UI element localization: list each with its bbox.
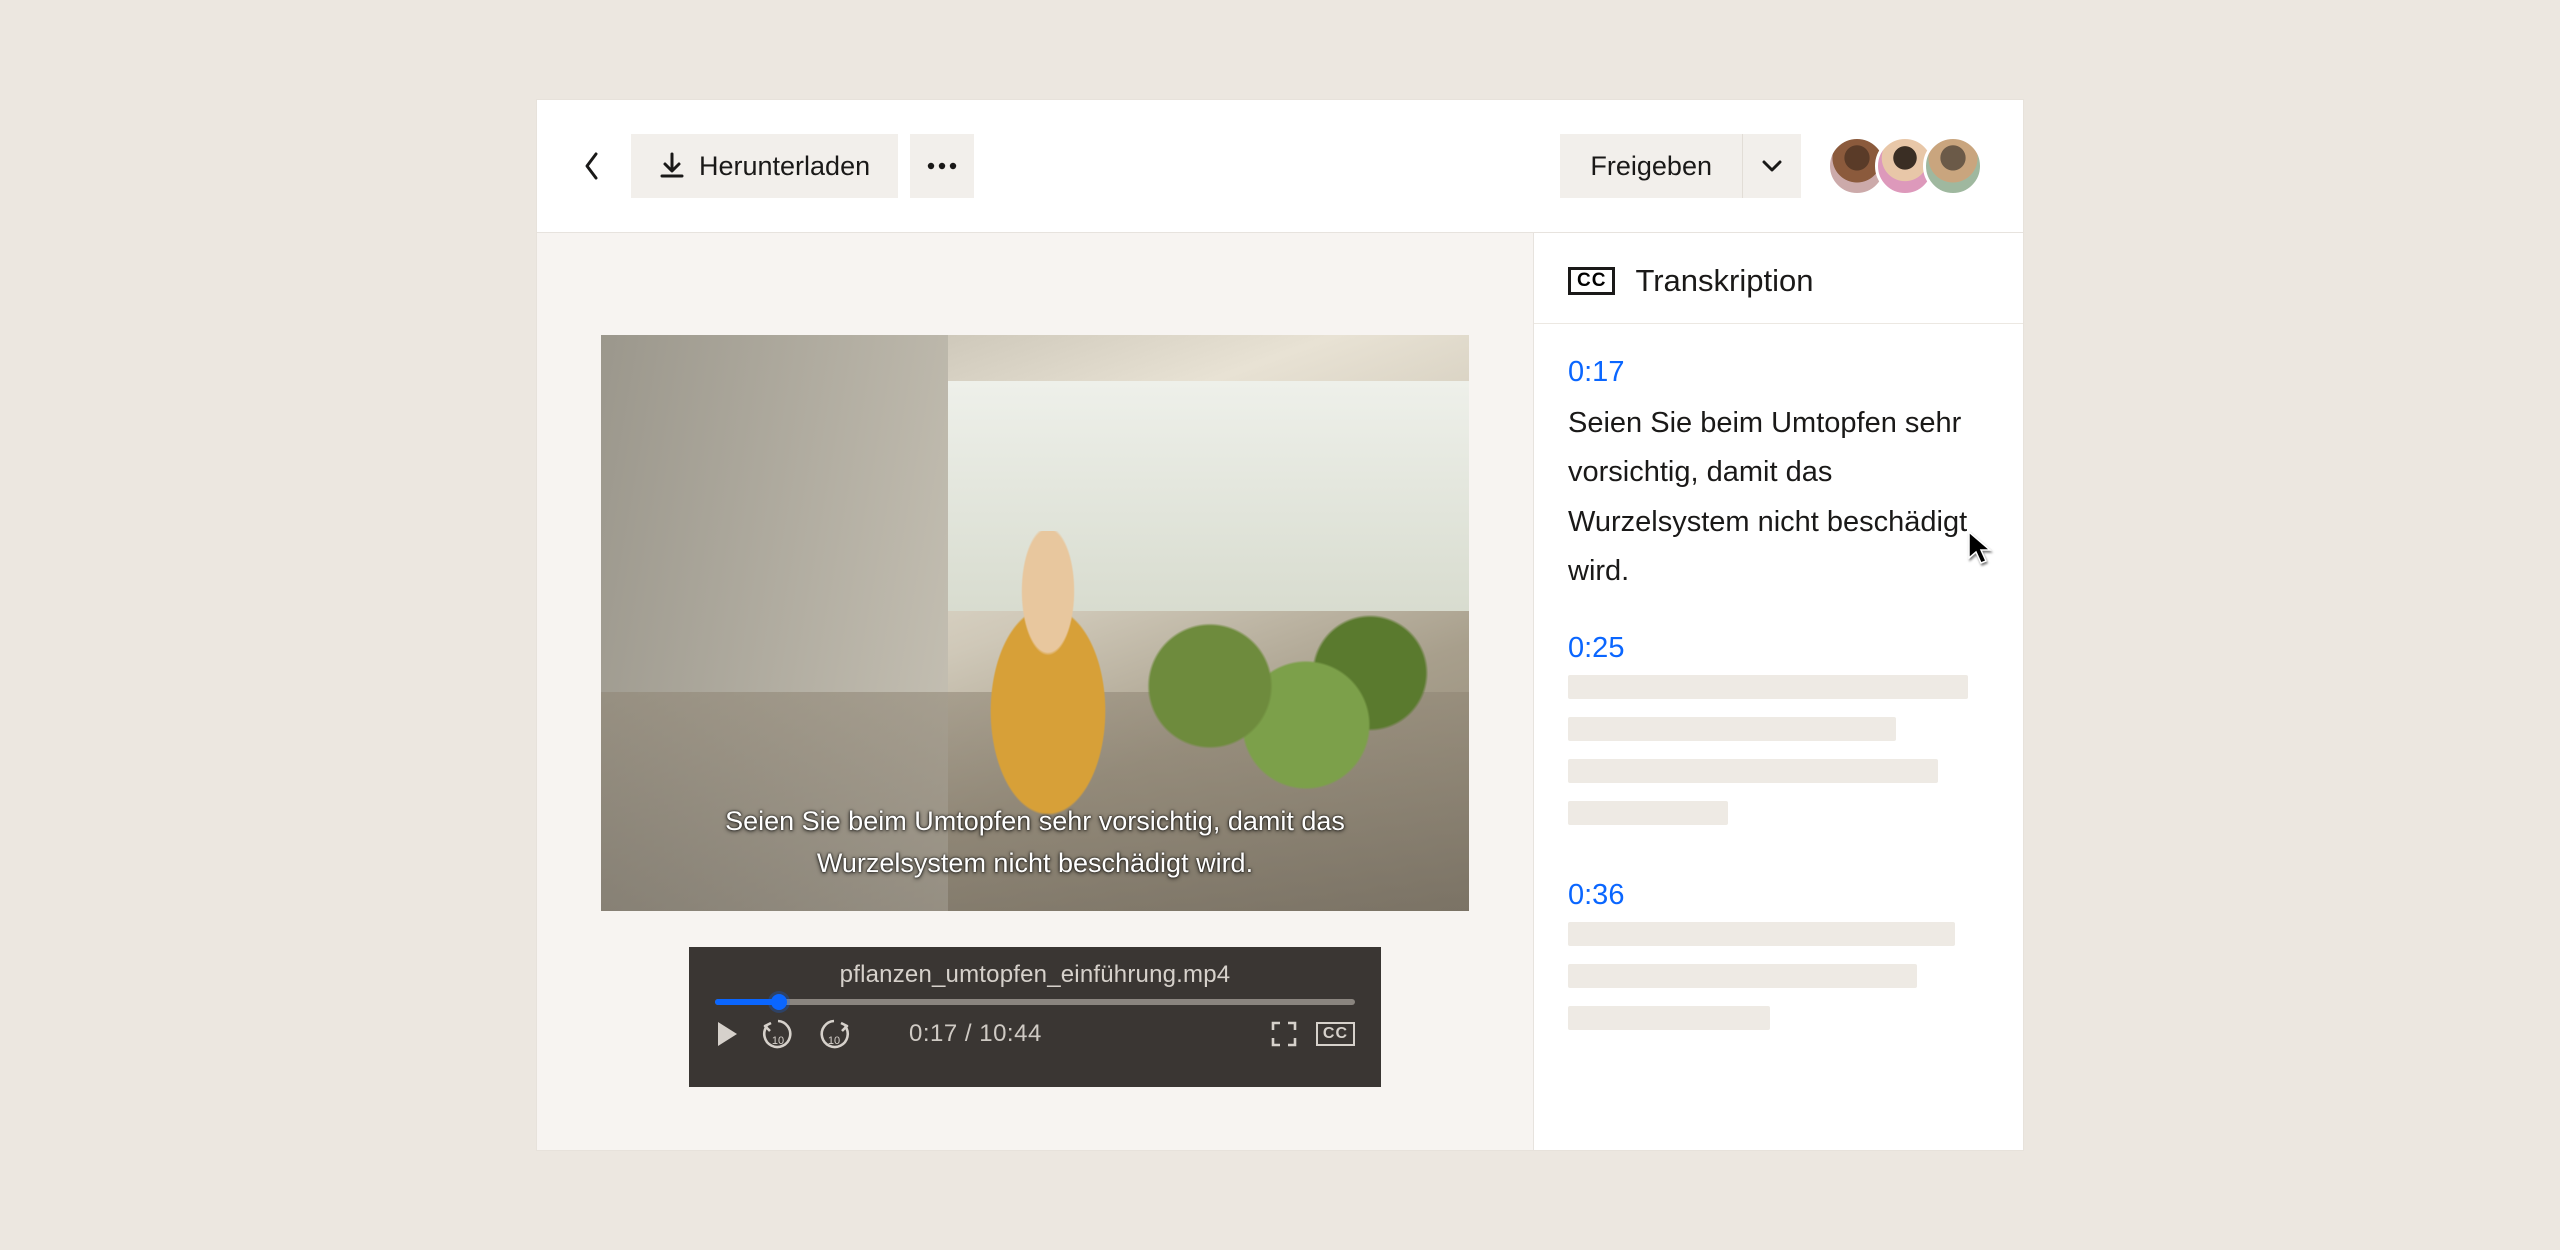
seek-thumb[interactable] <box>771 994 787 1010</box>
video-frame[interactable]: Seien Sie beim Umtopfen sehr vorsichtig,… <box>601 335 1469 911</box>
download-icon <box>659 152 685 180</box>
playback-time: 0:17 / 10:44 <box>909 1020 1042 1048</box>
app-window: Herunterladen Freigeben <box>537 100 2023 1150</box>
seek-progress <box>715 999 779 1005</box>
content-area: Seien Sie beim Umtopfen sehr vorsichtig,… <box>537 233 2023 1150</box>
video-filename: pflanzen_umtopfen_einführung.mp4 <box>715 961 1355 989</box>
current-time: 0:17 <box>909 1020 958 1047</box>
video-caption: Seien Sie beim Umtopfen sehr vorsichtig,… <box>601 801 1469 885</box>
segment-timestamp[interactable]: 0:36 <box>1568 879 1989 912</box>
cc-icon: CC <box>1568 267 1615 295</box>
rewind-10-button[interactable]: 10 <box>761 1017 795 1051</box>
video-panel: Seien Sie beim Umtopfen sehr vorsichtig,… <box>537 233 1533 1150</box>
segment-text: Seien Sie beim Umtopfen sehr vorsichtig,… <box>1568 399 1989 596</box>
download-button[interactable]: Herunterladen <box>631 134 898 198</box>
transcript-segment[interactable]: 0:36 <box>1568 873 1989 1078</box>
segment-text-placeholder <box>1568 922 1989 1030</box>
play-button[interactable] <box>715 1020 739 1048</box>
back-button[interactable] <box>565 139 619 193</box>
more-actions-button[interactable] <box>910 134 974 198</box>
fullscreen-button[interactable] <box>1270 1020 1298 1048</box>
transcript-segment[interactable]: 0:25 <box>1568 626 1989 873</box>
segment-timestamp[interactable]: 0:17 <box>1568 356 1989 389</box>
transcript-segments: 0:17 Seien Sie beim Umtopfen sehr vorsic… <box>1534 324 2023 1118</box>
transcript-title: Transkription <box>1635 263 1813 299</box>
rewind-amount: 10 <box>761 1035 795 1047</box>
play-icon <box>715 1020 739 1048</box>
fullscreen-icon <box>1270 1020 1298 1048</box>
download-label: Herunterladen <box>699 151 870 182</box>
segment-timestamp[interactable]: 0:25 <box>1568 632 1989 665</box>
chevron-down-icon <box>1761 159 1783 173</box>
video-player-controls: pflanzen_umtopfen_einführung.mp4 10 <box>689 947 1381 1087</box>
segment-text-placeholder <box>1568 675 1989 825</box>
toolbar: Herunterladen Freigeben <box>537 100 2023 233</box>
share-group: Freigeben <box>1560 134 1801 198</box>
chevron-left-icon <box>583 151 601 181</box>
transcript-header: CC Transkription <box>1534 233 2023 324</box>
share-label: Freigeben <box>1590 151 1712 182</box>
transcript-segment[interactable]: 0:17 Seien Sie beim Umtopfen sehr vorsic… <box>1568 350 1989 626</box>
captions-toggle-button[interactable]: CC <box>1316 1022 1355 1046</box>
ellipsis-icon <box>927 162 957 170</box>
transcript-panel: CC Transkription 0:17 Seien Sie beim Umt… <box>1533 233 2023 1150</box>
cc-icon: CC <box>1316 1022 1355 1046</box>
avatar[interactable] <box>1923 136 1983 196</box>
seek-bar[interactable] <box>715 999 1355 1005</box>
total-duration: 10:44 <box>979 1020 1042 1047</box>
forward-10-button[interactable]: 10 <box>817 1017 851 1051</box>
share-button[interactable]: Freigeben <box>1560 134 1743 198</box>
forward-amount: 10 <box>817 1035 851 1047</box>
collaborator-avatars <box>1827 136 1983 196</box>
share-dropdown-button[interactable] <box>1743 134 1801 198</box>
